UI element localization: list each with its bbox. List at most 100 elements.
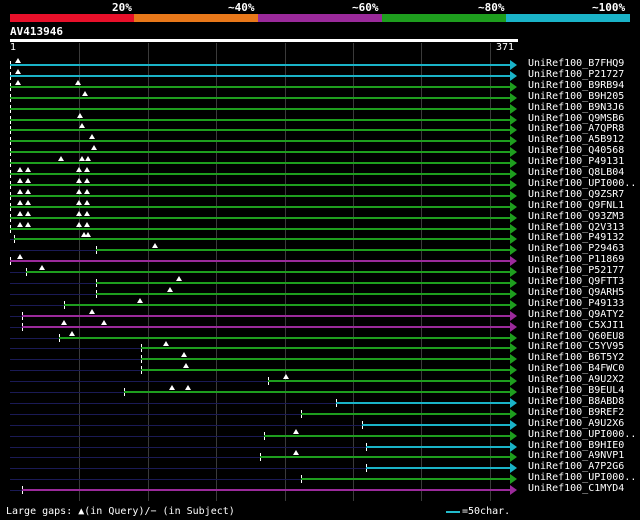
hit-label[interactable]: UniRef100_UPI000.. [528,429,636,440]
hit-label[interactable]: UniRef100_UPI000.. [528,472,636,483]
hit-bar[interactable] [10,129,510,132]
hit-bar[interactable] [10,107,510,110]
hit-label[interactable]: UniRef100_B4FWC0 [528,363,624,374]
hit-label[interactable]: UniRef100_Q9ATY2 [528,309,624,320]
hit-label[interactable]: UniRef100_Q60EU8 [528,331,624,342]
hit-bar[interactable] [96,292,510,295]
hit-label[interactable]: UniRef100_C5XJI1 [528,320,624,331]
query-gap-icon [91,145,97,151]
hit-label[interactable]: UniRef100_Q9ARH5 [528,287,624,298]
query-gap-icon [25,167,31,172]
hit-bar[interactable] [26,271,510,274]
hit-label[interactable]: UniRef100_P21727 [528,69,624,80]
hit-label[interactable]: UniRef100_Q93ZM3 [528,211,624,222]
hit-bar[interactable] [10,64,510,66]
hit-label[interactable]: UniRef100_P11869 [528,254,624,265]
hit-arrow-icon [510,114,517,125]
hit-bar[interactable] [10,227,510,230]
query-gap-icon [85,232,91,238]
hit-bar[interactable] [141,347,510,350]
hit-bar[interactable] [141,369,510,372]
hit-bar[interactable] [301,412,510,415]
query-name: AV413946 [10,25,63,38]
hit-bar[interactable] [10,173,510,175]
query-gap-icon [82,90,88,96]
hit-bar[interactable] [10,183,510,186]
hit-label[interactable]: UniRef100_P49132 [528,232,624,243]
hit-bar[interactable] [10,162,510,165]
hit-label[interactable]: UniRef100_B9REF2 [528,407,624,418]
hit-bar[interactable] [10,74,510,77]
hit-label[interactable]: UniRef100_UPI000.. [528,178,636,189]
hit-bar[interactable] [10,140,510,143]
hit-label[interactable]: UniRef100_A7P2G6 [528,461,624,472]
hit-label[interactable]: UniRef100_A9U2X6 [528,418,624,429]
query-gap-icon [76,221,82,227]
query-gap-icon [25,188,31,194]
hit-bar[interactable] [64,303,510,306]
hit-label[interactable]: UniRef100_Q40568 [528,145,624,156]
hit-label[interactable]: UniRef100_Q9MSB6 [528,113,624,124]
hit-label[interactable]: UniRef100_B7FHQ9 [528,58,624,69]
hit-label[interactable]: UniRef100_C5YV95 [528,341,624,352]
hit-bar[interactable] [10,216,510,219]
hit-bar[interactable] [22,314,510,317]
hit-bar[interactable] [10,85,510,88]
hit-bar[interactable] [10,205,510,208]
hit-label[interactable]: UniRef100_Q9FTT3 [528,276,624,287]
hit-label[interactable]: UniRef100_A7QPR8 [528,123,624,134]
hit-label[interactable]: UniRef100_B6T5Y2 [528,352,624,363]
hit-label[interactable]: UniRef100_P49133 [528,298,624,309]
hit-label[interactable]: UniRef100_P52177 [528,265,624,276]
hit-label[interactable]: UniRef100_Q2V313 [528,222,624,233]
hit-bar[interactable] [124,391,510,393]
hit-bar[interactable] [301,478,510,481]
hit-bar[interactable] [268,380,510,383]
hit-bar[interactable] [264,434,510,437]
hit-label[interactable]: UniRef100_Q9ZSR7 [528,189,624,200]
hit-arrow-icon [510,190,517,201]
hit-label[interactable]: UniRef100_A5B912 [528,134,624,145]
hit-arrow-icon [510,256,517,267]
hit-bar[interactable] [366,445,510,448]
unaligned-region [10,272,26,274]
hit-bar[interactable] [10,260,510,263]
hit-bar[interactable] [10,96,510,99]
hit-label[interactable]: UniRef100_Q9FNL1 [528,200,624,211]
hit-bar[interactable] [96,249,510,252]
hit-label[interactable]: UniRef100_Q8LB04 [528,167,624,178]
query-gap-icon [76,177,82,183]
hit-bar[interactable] [260,456,510,459]
query-gap-icon [17,254,23,260]
hit-label[interactable]: UniRef100_B9H205 [528,91,624,102]
hit-bar[interactable] [336,401,510,404]
hit-bar[interactable] [10,151,510,154]
unaligned-region [10,413,301,415]
hit-label[interactable]: UniRef100_B9N3J6 [528,102,624,113]
hit-label[interactable]: UniRef100_A9NVP1 [528,450,624,461]
hit-label[interactable]: UniRef100_B8ABD8 [528,396,624,407]
hit-bar[interactable] [141,358,510,361]
hit-bar[interactable] [10,194,510,197]
hit-label[interactable]: UniRef100_P49131 [528,156,624,167]
query-gap-icon [58,156,64,162]
hit-bar[interactable] [10,118,510,121]
hit-label[interactable]: UniRef100_B9EUL4 [528,385,624,396]
query-gap-icon [152,243,158,249]
hit-bar[interactable] [362,423,510,426]
hit-bar[interactable] [59,336,510,339]
hit-label[interactable]: UniRef100_C1MYD4 [528,483,624,494]
hit-label[interactable]: UniRef100_A9U2X2 [528,374,624,385]
unaligned-region [10,490,22,492]
hit-bar[interactable] [366,467,510,470]
hit-label[interactable]: UniRef100_B9RB94 [528,80,624,91]
hit-bar[interactable] [22,489,510,492]
hit-arrow-icon [510,365,517,376]
hit-bar[interactable] [22,325,510,328]
query-gap-icon [137,297,143,303]
hit-label[interactable]: UniRef100_P29463 [528,243,624,254]
hit-label[interactable]: UniRef100_B9HIE0 [528,440,624,451]
hit-bar[interactable] [96,282,510,284]
query-gap-icon [17,221,23,227]
hit-bar[interactable] [14,238,510,241]
